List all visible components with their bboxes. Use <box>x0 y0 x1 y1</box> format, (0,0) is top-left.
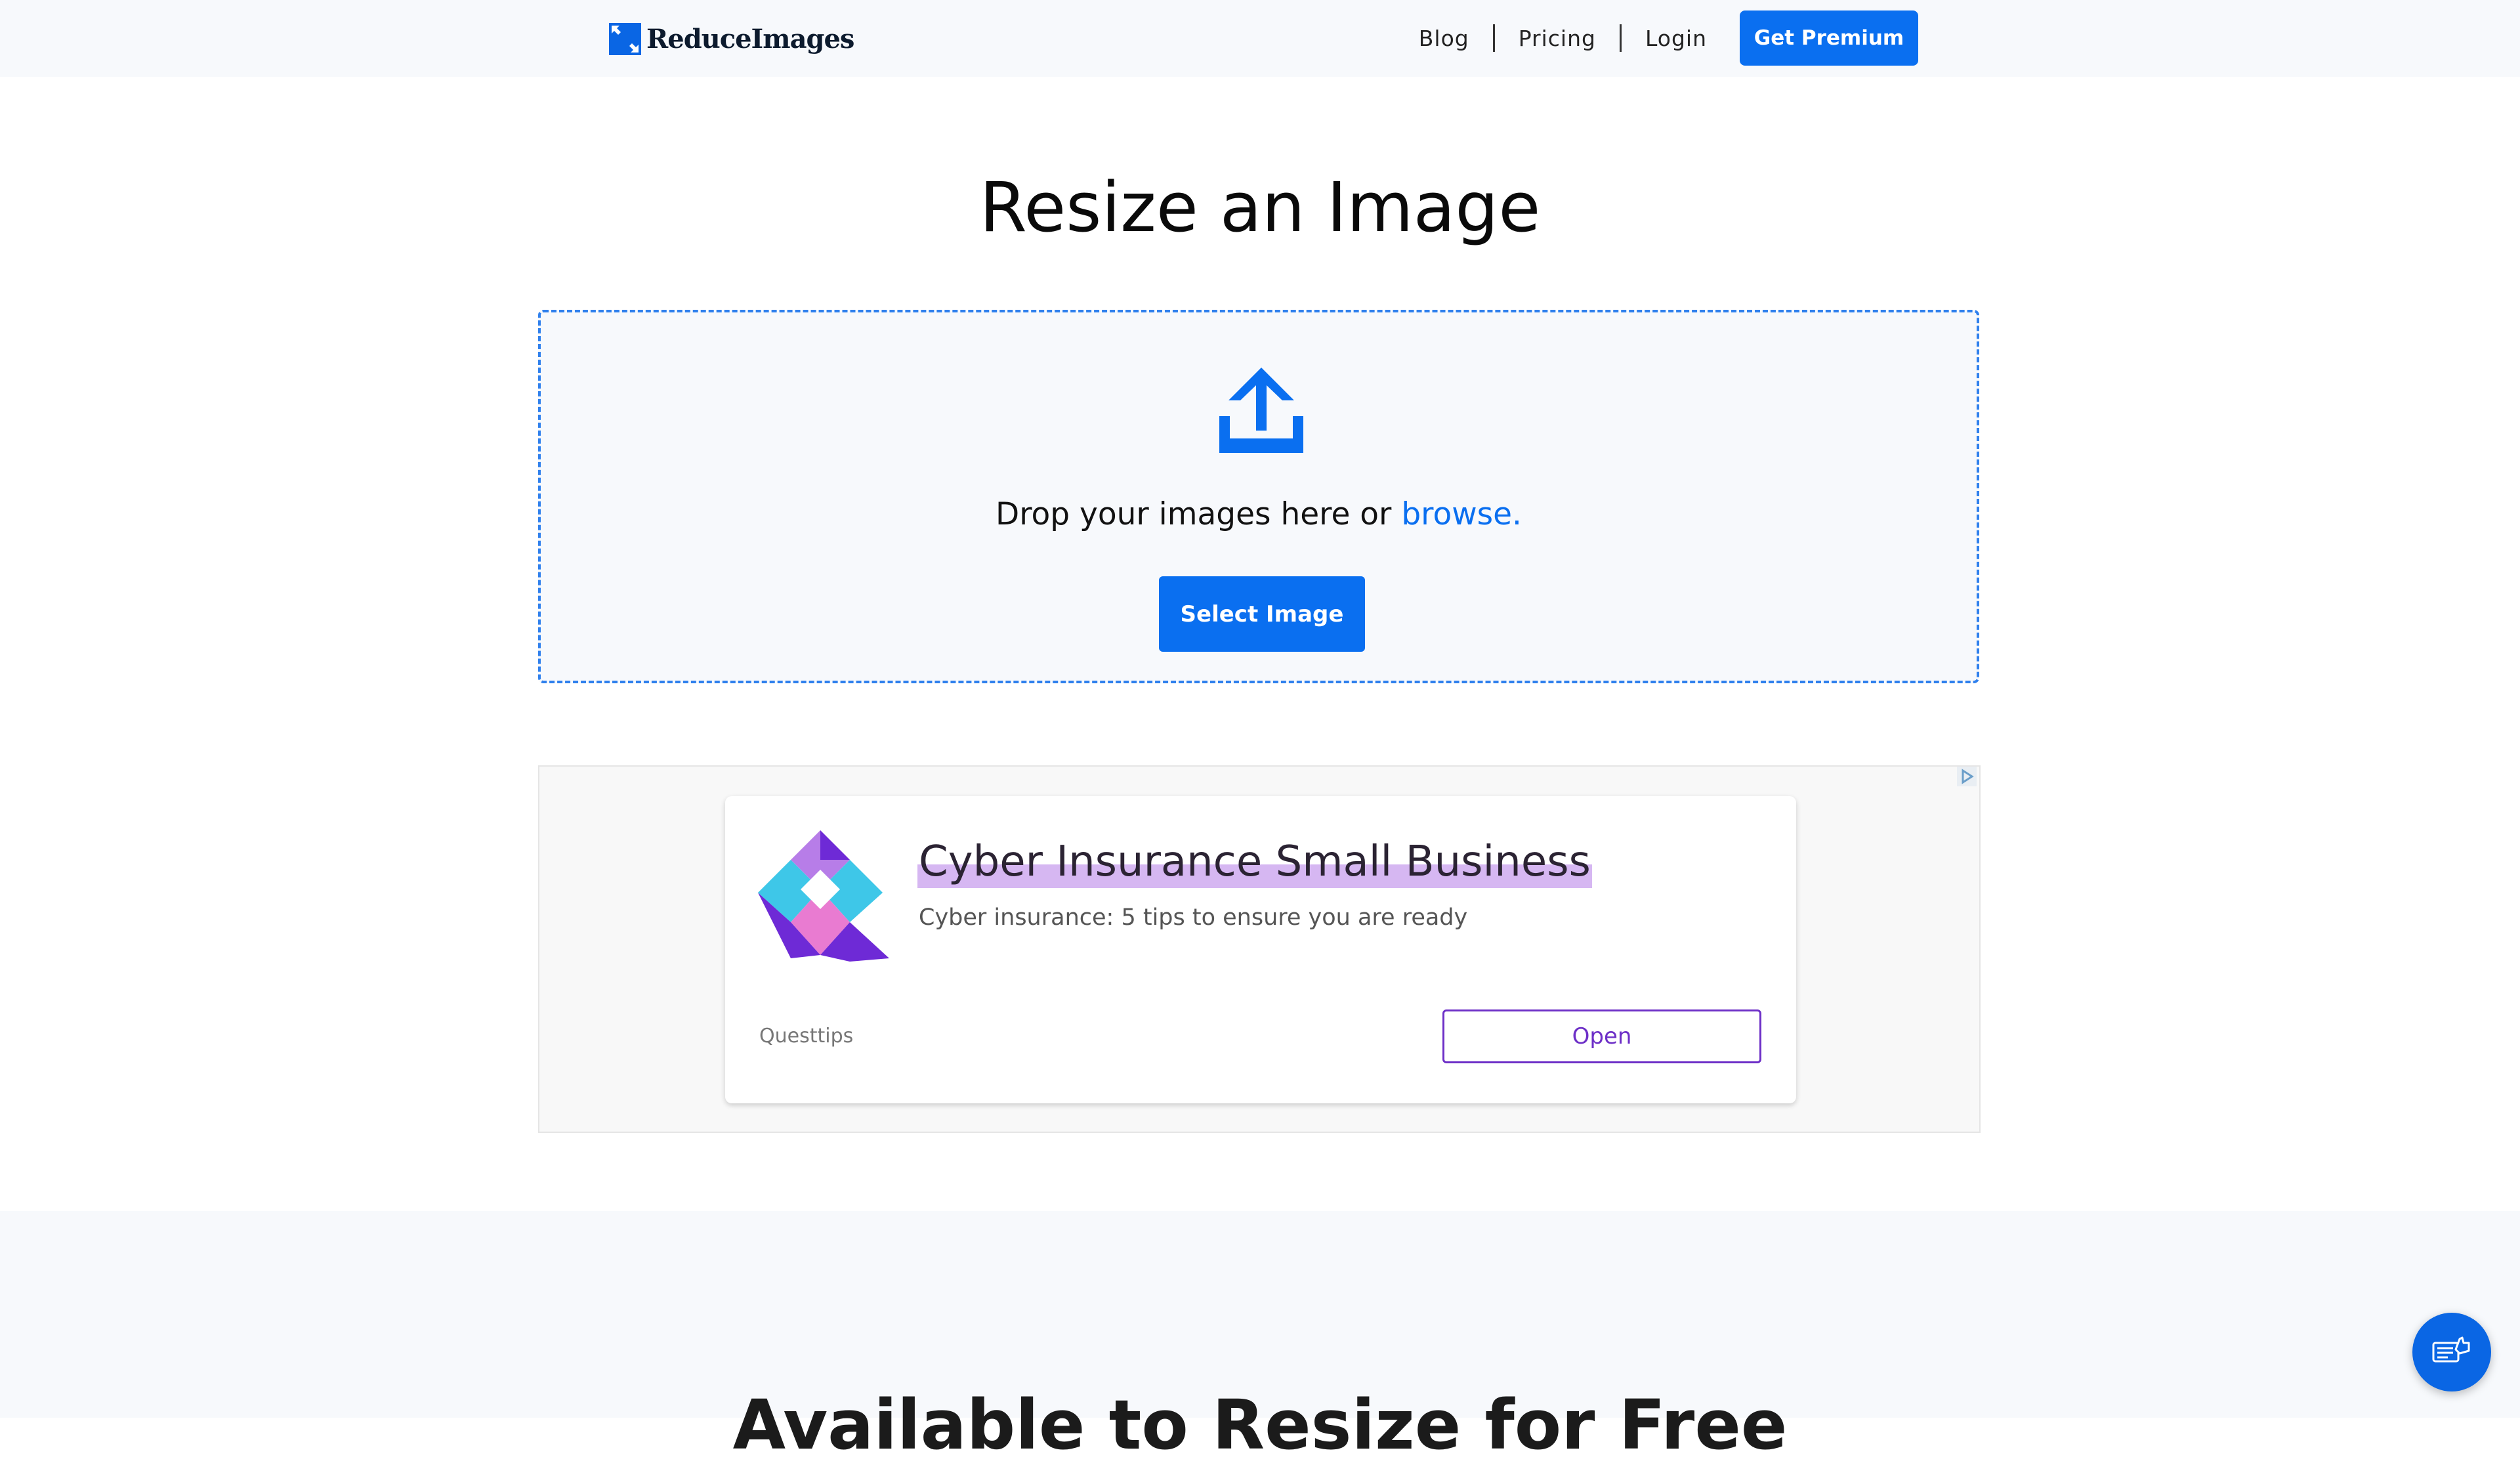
drop-text: Drop your images here or <box>996 496 1402 532</box>
drop-instructions: Drop your images here or browse. <box>541 496 1977 532</box>
nav-login-link[interactable]: Login <box>1645 26 1707 51</box>
top-nav: Blog Pricing Login Get Premium <box>1419 11 1918 66</box>
ad-banner: Cyber Insurance Small Business Cyber ins… <box>538 765 1981 1133</box>
select-image-button[interactable]: Select Image <box>1159 576 1365 652</box>
ad-card[interactable]: Cyber Insurance Small Business Cyber ins… <box>725 796 1796 1103</box>
logo[interactable]: ReduceImages <box>609 23 854 55</box>
ad-advertiser: Questtips <box>759 1025 854 1048</box>
get-premium-button[interactable]: Get Premium <box>1740 11 1918 66</box>
feedback-icon <box>2431 1330 2473 1374</box>
image-dropzone[interactable]: Drop your images here or browse. Select … <box>538 310 1979 683</box>
nav-divider <box>1492 24 1495 52</box>
ad-choices-icon[interactable] <box>1957 767 1977 786</box>
advertiser-logo <box>758 830 889 964</box>
logo-text: ReduceImages <box>646 24 854 54</box>
ad-description: Cyber insurance: 5 tips to ensure you ar… <box>919 904 1468 931</box>
feedback-button[interactable] <box>2412 1313 2491 1391</box>
nav-blog-link[interactable]: Blog <box>1419 26 1469 51</box>
logo-icon <box>609 23 641 55</box>
ad-headline[interactable]: Cyber Insurance Small Business <box>917 836 1592 888</box>
page-title: Resize an Image <box>979 167 1541 247</box>
browse-link[interactable]: browse. <box>1401 496 1522 532</box>
section-heading: Available to Resize for Free <box>732 1385 1788 1465</box>
ad-open-button[interactable]: Open <box>1442 1009 1761 1063</box>
nav-pricing-link[interactable]: Pricing <box>1519 26 1596 51</box>
upload-icon <box>1217 365 1306 457</box>
header: ReduceImages Blog Pricing Login Get Prem… <box>0 0 2520 77</box>
nav-divider <box>1619 24 1622 52</box>
